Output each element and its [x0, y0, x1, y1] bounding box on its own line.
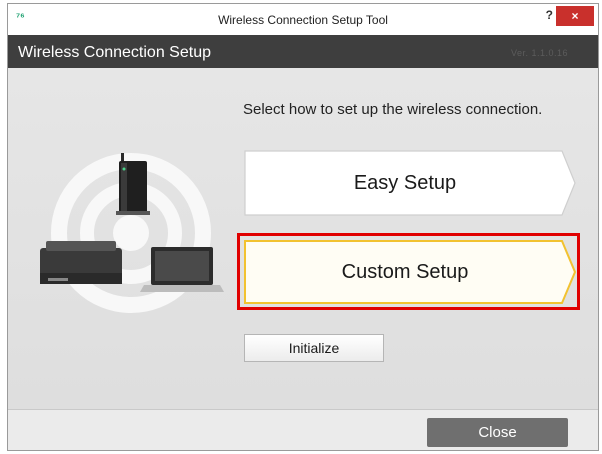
easy-setup-label: Easy Setup	[353, 171, 457, 194]
page-title: Wireless Connection Setup	[18, 44, 211, 61]
close-button[interactable]: Close	[427, 418, 568, 447]
custom-setup-label: Custom Setup	[341, 260, 469, 283]
device-illustration	[36, 143, 226, 313]
window-title: Wireless Connection Setup Tool	[218, 13, 388, 27]
version-label: Ver. 1.1.0.16	[510, 48, 568, 58]
window-close-button[interactable]: ×	[556, 6, 594, 26]
footer-bar: Close	[8, 409, 598, 450]
setup-window: ⁷⁶ Wireless Connection Setup Tool ? × Wi…	[7, 3, 599, 451]
main-content: Select how to set up the wireless connec…	[8, 68, 598, 409]
scanner-icon	[40, 241, 122, 284]
easy-setup-button[interactable]: Easy Setup	[244, 150, 576, 216]
wireless-signal-icon	[40, 143, 224, 313]
custom-setup-button[interactable]: Custom Setup	[244, 240, 576, 304]
header-bar: Wireless Connection Setup Ver. 1.1.0.16	[8, 35, 598, 68]
help-button[interactable]: ?	[546, 8, 553, 22]
router-icon	[116, 143, 150, 215]
title-bar: ⁷⁶ Wireless Connection Setup Tool ? ×	[8, 4, 598, 35]
laptop-icon	[140, 247, 224, 292]
initialize-button[interactable]: Initialize	[244, 334, 384, 362]
instruction-text: Select how to set up the wireless connec…	[243, 101, 543, 118]
